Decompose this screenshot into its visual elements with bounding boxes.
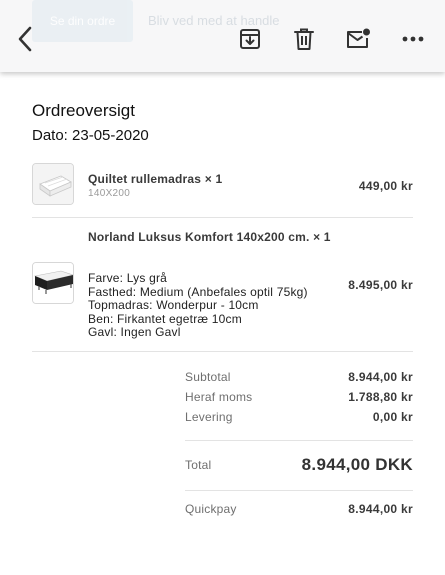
payment-method-label: Quickpay [185,502,237,516]
option-color: Farve: Lys grå [88,271,168,285]
total-label: Total [185,458,212,472]
item-name: Norland Luksus Komfort 140x200 cm. × 1 [88,230,331,244]
product-thumbnail [32,262,74,304]
view-order-button[interactable]: Se din ordre [32,0,133,42]
vat-label: Heraf moms [185,390,253,404]
option-legs: Ben: Firkantet egetræ 10cm [88,311,242,326]
bed-image [33,263,73,303]
page-title: Ordreoversigt [32,101,135,120]
shipping-value: 0,00 kr [372,410,413,424]
archive-icon [240,29,260,49]
product-thumbnail [32,163,74,205]
top-toolbar: Se din ordre Bliv ved med at handle [0,0,445,72]
option-headboard: Gavl: Ingen Gavl [88,325,181,339]
vat-value: 1.788,80 kr [348,390,413,404]
archive-button[interactable] [237,26,263,52]
trash-icon [294,28,314,50]
divider [32,217,413,218]
item-name: Quiltet rullemadras × 1 [88,172,223,186]
shipping-label: Levering [185,410,233,424]
item-options: Farve: Lys grå Fasthed: Medium (Anbefale… [88,271,308,340]
more-button[interactable] [400,26,426,52]
more-horizontal-icon [402,36,424,42]
divider [185,490,413,491]
mattress-image [33,164,73,204]
item-variant: 140X200 [88,188,131,199]
chevron-left-icon [18,26,32,52]
item-price: 449,00 kr [358,179,413,193]
delete-button[interactable] [291,26,317,52]
mail-unread-icon [347,28,370,48]
subtotal-label: Subtotal [185,370,231,384]
order-date: Dato: 23-05-2020 [32,127,149,144]
option-firmness: Fasthed: Medium (Anbefales optil 75kg) [88,284,308,299]
option-topper: Topmadras: Wonderpur - 10cm [88,298,259,312]
item-price: 8.495,00 kr [348,278,413,292]
divider [32,351,413,352]
back-button[interactable] [12,24,38,54]
mark-unread-button[interactable] [345,26,371,52]
payment-amount: 8.944,00 kr [348,502,413,516]
divider [185,440,413,441]
total-value: 8.944,00 DKK [301,455,413,474]
subtotal-value: 8.944,00 kr [348,370,413,384]
